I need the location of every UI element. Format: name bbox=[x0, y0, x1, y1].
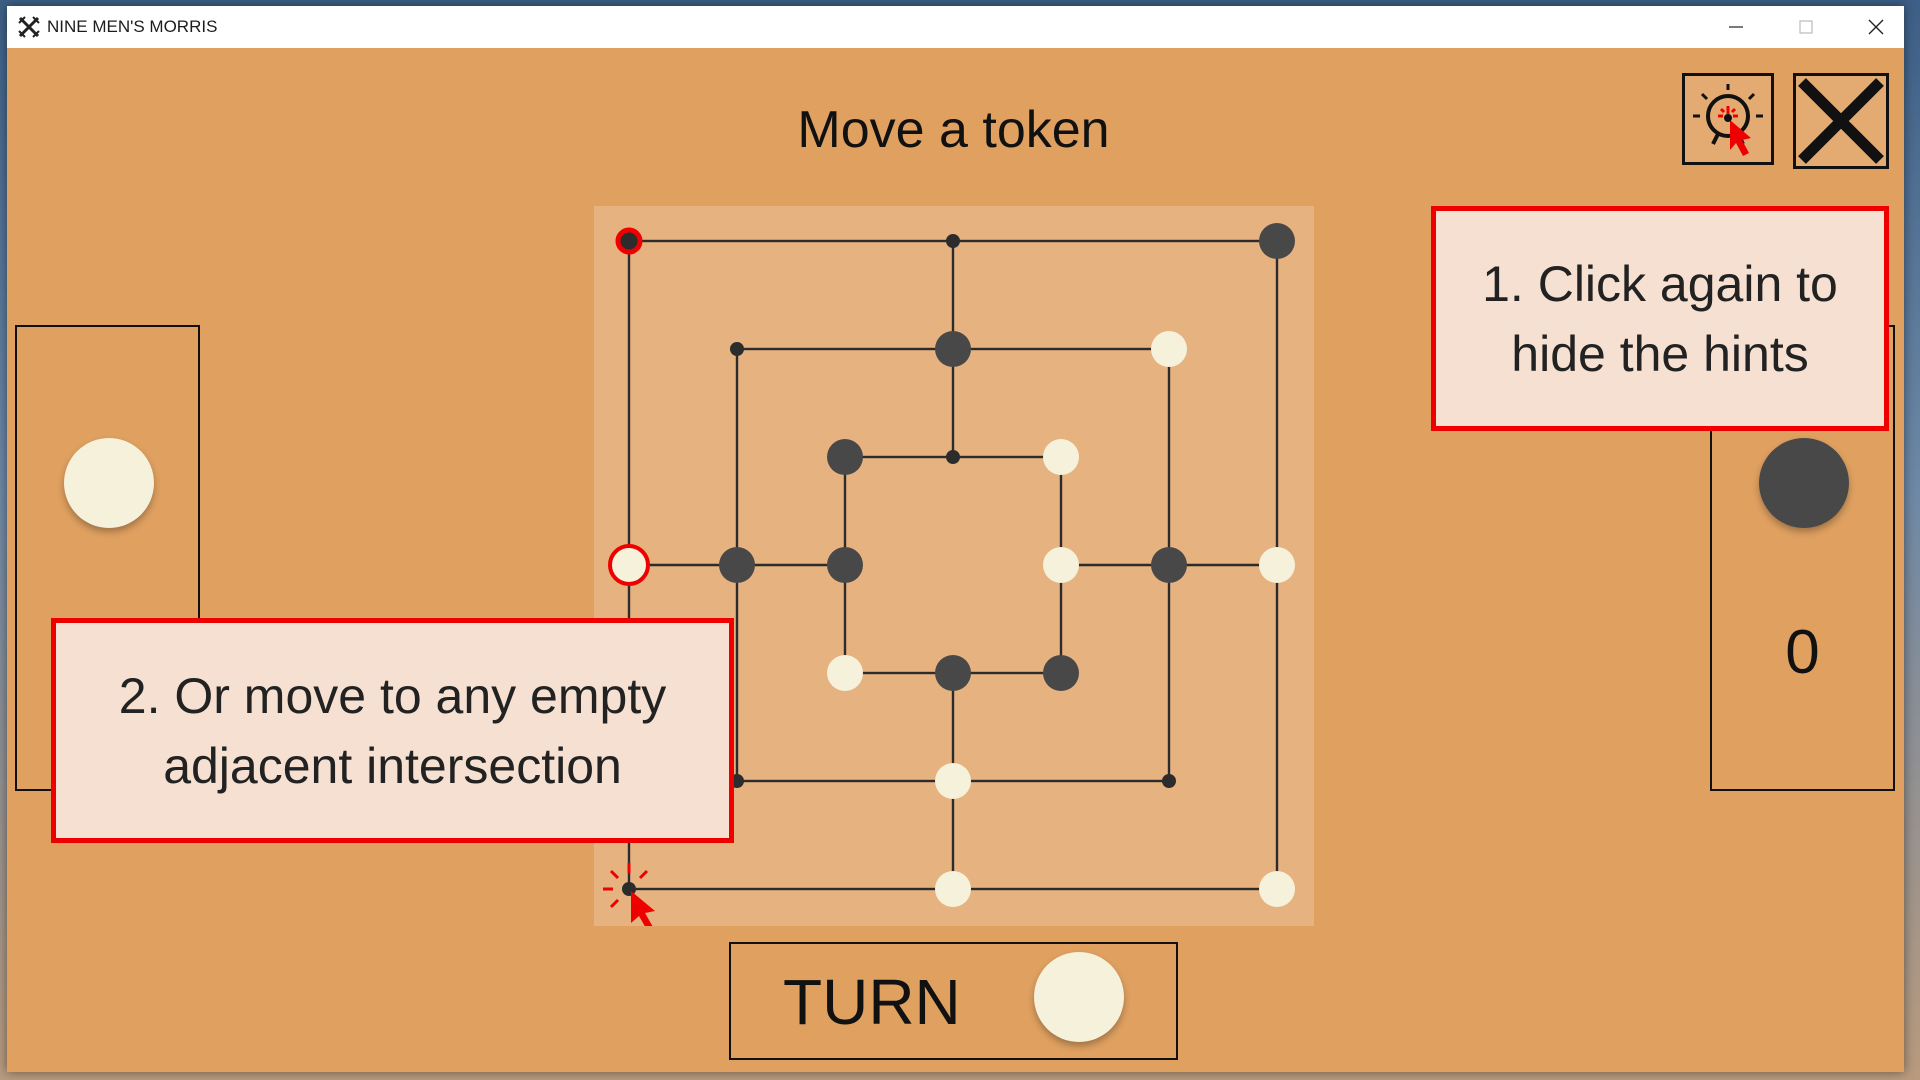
intersection-inner-top-left[interactable] bbox=[827, 439, 863, 475]
close-window-button[interactable] bbox=[1841, 6, 1904, 48]
hint-callout-2-line-1: 2. Or move to any empty bbox=[118, 667, 667, 724]
intersection-middle-top-left[interactable] bbox=[730, 342, 744, 356]
intersection-outer-top-middle[interactable] bbox=[946, 234, 960, 248]
black-token-count: 0 bbox=[1785, 618, 1820, 687]
intersection-outer-middle-left[interactable] bbox=[608, 544, 650, 586]
exit-game-button[interactable] bbox=[1793, 73, 1889, 169]
black-reserve-token bbox=[1759, 438, 1849, 528]
intersection-middle-middle-right[interactable] bbox=[1151, 547, 1187, 583]
intersection-outer-bottom-right[interactable] bbox=[1259, 871, 1295, 907]
intersection-inner-bottom-left[interactable] bbox=[827, 655, 863, 691]
game-window: NINE MEN'S MORRIS Move a token 0 TURN 1.… bbox=[7, 6, 1904, 1072]
turn-label: TURN bbox=[783, 966, 961, 1038]
hint-callout-1-line-1: 1. Click again to bbox=[1482, 255, 1838, 312]
crossed-swords-icon bbox=[17, 15, 41, 39]
close-icon bbox=[1868, 19, 1884, 35]
intersection-inner-bottom-middle[interactable] bbox=[935, 655, 971, 691]
status-message: Move a token bbox=[7, 100, 1904, 160]
hint-callout-1: 1. Click again to hide the hints bbox=[1431, 206, 1889, 431]
turn-indicator: TURN bbox=[729, 942, 1178, 1060]
intersection-middle-bottom-right[interactable] bbox=[1162, 774, 1176, 788]
intersection-middle-bottom-middle[interactable] bbox=[935, 763, 971, 799]
hint-callout-2-line-2: adjacent intersection bbox=[163, 737, 622, 794]
intersection-outer-top-left[interactable] bbox=[615, 227, 643, 255]
intersection-outer-middle-right[interactable] bbox=[1259, 547, 1295, 583]
intersection-inner-middle-right[interactable] bbox=[1043, 547, 1079, 583]
intersection-middle-top-right[interactable] bbox=[1151, 331, 1187, 367]
x-close-icon bbox=[1798, 78, 1884, 164]
intersection-inner-top-right[interactable] bbox=[1043, 439, 1079, 475]
maximize-button[interactable] bbox=[1771, 6, 1841, 48]
game-area: Move a token 0 TURN 1. Click again to hi… bbox=[7, 48, 1904, 1072]
white-reserve-token bbox=[64, 438, 154, 528]
intersection-outer-bottom-middle[interactable] bbox=[935, 871, 971, 907]
intersection-outer-top-right[interactable] bbox=[1259, 223, 1295, 259]
intersection-inner-bottom-right[interactable] bbox=[1043, 655, 1079, 691]
window-title: NINE MEN'S MORRIS bbox=[47, 17, 218, 36]
maximize-icon bbox=[1799, 20, 1813, 34]
title-bar[interactable]: NINE MEN'S MORRIS bbox=[7, 6, 1904, 48]
minimize-icon bbox=[1729, 26, 1743, 28]
hint-button[interactable] bbox=[1682, 73, 1774, 165]
intersection-inner-middle-left[interactable] bbox=[827, 547, 863, 583]
intersection-middle-top-middle[interactable] bbox=[935, 331, 971, 367]
current-turn-token bbox=[1034, 952, 1124, 1042]
intersection-inner-top-middle[interactable] bbox=[946, 450, 960, 464]
hint-callout-1-line-2: hide the hints bbox=[1511, 325, 1809, 382]
lightbulb-icon bbox=[1693, 84, 1763, 156]
hint-callout-2: 2. Or move to any empty adjacent interse… bbox=[51, 618, 734, 843]
intersection-middle-middle-left[interactable] bbox=[719, 547, 755, 583]
minimize-button[interactable] bbox=[1701, 6, 1771, 48]
status-message-text: Move a token bbox=[797, 101, 1110, 159]
